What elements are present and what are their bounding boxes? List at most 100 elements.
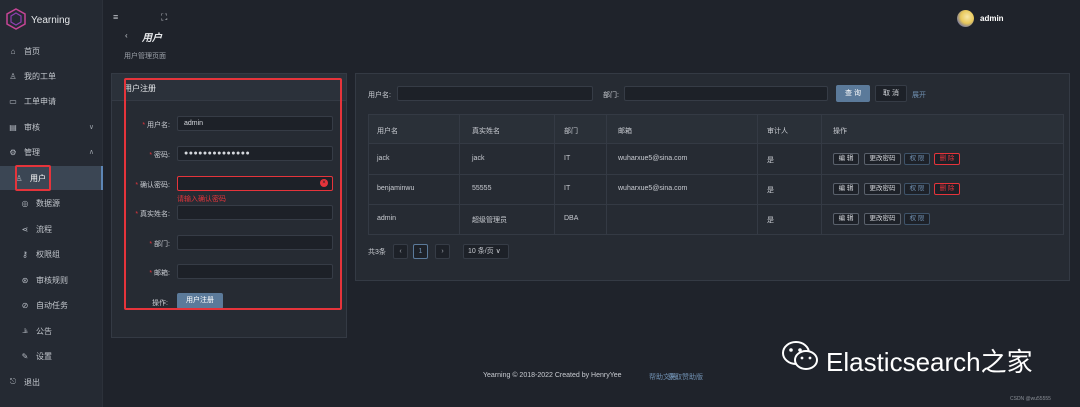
cell-email: wuharxue5@sina.com (618, 185, 688, 192)
sidebar-item-flow[interactable]: ⋖ 流程 (0, 217, 103, 241)
page-subtitle: 用户管理页面 (124, 53, 166, 60)
permission-button[interactable]: 权 限 (904, 153, 930, 165)
chevron-down-icon: ∨ (88, 124, 94, 131)
search-department-input[interactable] (624, 86, 828, 101)
expand-link[interactable]: 展开 (912, 90, 926, 100)
change-password-button[interactable]: 更改密码 (864, 213, 901, 225)
column-header: 邮箱 (618, 128, 632, 135)
column-header: 操作 (833, 128, 847, 135)
cell-real-name: jack (472, 155, 485, 162)
watermark-text: Elasticsearch之家 (826, 347, 1033, 377)
sponsor-link[interactable]: 获取赞助版 (668, 372, 703, 382)
cell-auditor: 是 (767, 157, 774, 164)
sidebar-item-audit[interactable]: ▤ 审核 ∨ (0, 115, 103, 139)
sidebar-item-announcement[interactable]: ⫡ 公告 (0, 319, 103, 343)
search-username-input[interactable] (397, 86, 593, 101)
divider (369, 204, 1063, 205)
sidebar-item-label: 自动任务 (36, 300, 68, 310)
home-icon: ⌂ (10, 46, 16, 56)
cell-auditor: 是 (767, 187, 774, 194)
footer-text: Yearning © 2018-2022 Created by HenryYee (483, 372, 622, 379)
wechat-icon (782, 341, 818, 370)
cell-username: admin (377, 215, 397, 222)
audit-icon: ▤ (9, 122, 17, 132)
sidebar-item-logout[interactable]: ⎋ 退出 (0, 370, 103, 394)
avatar[interactable] (957, 10, 974, 27)
cell-real-name: 超级管理员 (472, 217, 507, 224)
keyboard-icon: ▭ (9, 96, 17, 106)
permission-button[interactable]: 权 限 (904, 213, 930, 225)
user-icon: ♙ (9, 71, 17, 81)
column-header: 真实姓名 (472, 128, 500, 135)
back-icon[interactable]: ‹ (125, 31, 128, 40)
sidebar-item-label: 数据源 (36, 198, 60, 208)
highlight-box (15, 165, 51, 191)
cell-real-name: 55555 (472, 185, 492, 192)
task-icon: ⊘ (21, 300, 29, 310)
cell-department: DBA (564, 215, 579, 222)
sidebar-item-datasource[interactable]: ◎ 数据源 (0, 191, 103, 215)
sidebar-item-permission-group[interactable]: ⚷ 权限组 (0, 242, 103, 266)
cancel-button[interactable]: 取 消 (875, 85, 907, 102)
cell-username: benjaminwu (377, 185, 415, 192)
app-name: Yearning (31, 15, 71, 26)
sidebar-item-label: 管理 (24, 147, 40, 157)
next-page-icon[interactable]: › (435, 244, 450, 259)
fullscreen-icon[interactable]: ⛶ (161, 12, 167, 23)
sidebar-item-settings[interactable]: ✎ 设置 (0, 344, 103, 368)
edit-button[interactable]: 编 辑 (833, 183, 859, 195)
total-count: 共3条 (368, 249, 386, 256)
delete-button[interactable]: 删 除 (934, 153, 960, 165)
chevron-up-icon: ∧ (88, 149, 94, 156)
page-size-select[interactable]: 10 条/页 ∨ (463, 244, 509, 259)
divider (369, 174, 1063, 175)
sidebar-item-auto-task[interactable]: ⊘ 自动任务 (0, 293, 103, 317)
logout-icon: ⎋ (9, 377, 17, 386)
sidebar-item-label: 公告 (36, 326, 52, 336)
page-number[interactable]: 1 (413, 244, 428, 259)
flow-icon: ⋖ (21, 224, 29, 234)
rule-icon: ⊛ (21, 275, 29, 285)
sidebar-item-audit-rules[interactable]: ⊛ 审核规则 (0, 268, 103, 292)
delete-button[interactable]: 删 除 (934, 183, 960, 195)
search-department-label: 部门: (603, 92, 619, 99)
sidebar-item-label: 审核规则 (36, 275, 68, 285)
permission-button[interactable]: 权 限 (904, 183, 930, 195)
highlight-box (124, 78, 342, 310)
sidebar-item-order-apply[interactable]: ▭ 工单申请 (0, 89, 103, 113)
change-password-button[interactable]: 更改密码 (864, 183, 901, 195)
sidebar-item-home[interactable]: ⌂ 首页 (0, 39, 103, 63)
sidebar-item-label: 首页 (24, 46, 40, 56)
sidebar-item-label: 工单申请 (24, 96, 56, 106)
cell-email: wuharxue5@sina.com (618, 155, 688, 162)
eye-icon: ◎ (21, 198, 29, 208)
prev-page-icon[interactable]: ‹ (393, 244, 408, 259)
menu-toggle-icon[interactable]: ≡ (113, 12, 118, 22)
csdn-watermark: CSDN @wu55555 (1010, 396, 1051, 402)
column-header: 用户名 (377, 128, 398, 135)
sidebar-item-label: 权限组 (36, 249, 60, 259)
yearning-logo-icon (6, 8, 26, 30)
cell-department: IT (564, 185, 571, 192)
cell-auditor: 是 (767, 217, 774, 224)
cell-department: IT (564, 155, 571, 162)
sidebar-item-label: 我的工单 (24, 71, 56, 81)
sidebar-item-label: 退出 (24, 377, 40, 387)
chart-icon: ⫡ (22, 326, 28, 335)
edit-button[interactable]: 编 辑 (833, 213, 859, 225)
change-password-button[interactable]: 更改密码 (864, 153, 901, 165)
edit-button[interactable]: 编 辑 (833, 153, 859, 165)
sidebar-item-label: 流程 (36, 224, 52, 234)
sidebar-item-label: 设置 (36, 351, 52, 361)
query-button[interactable]: 查 询 (836, 85, 870, 102)
column-header: 审计人 (767, 128, 788, 135)
permission-icon: ⚷ (22, 249, 28, 259)
column-header: 部门 (564, 128, 578, 135)
cell-username: jack (377, 155, 390, 162)
sidebar-item-manage[interactable]: ⚙ 管理 ∧ (0, 140, 103, 164)
sidebar-item-my-orders[interactable]: ♙ 我的工单 (0, 64, 103, 88)
current-user-name[interactable]: admin (980, 14, 1004, 23)
page-title: 用户 (142, 33, 162, 44)
search-username-label: 用户名: (368, 92, 391, 99)
sidebar-item-label: 审核 (24, 122, 40, 132)
